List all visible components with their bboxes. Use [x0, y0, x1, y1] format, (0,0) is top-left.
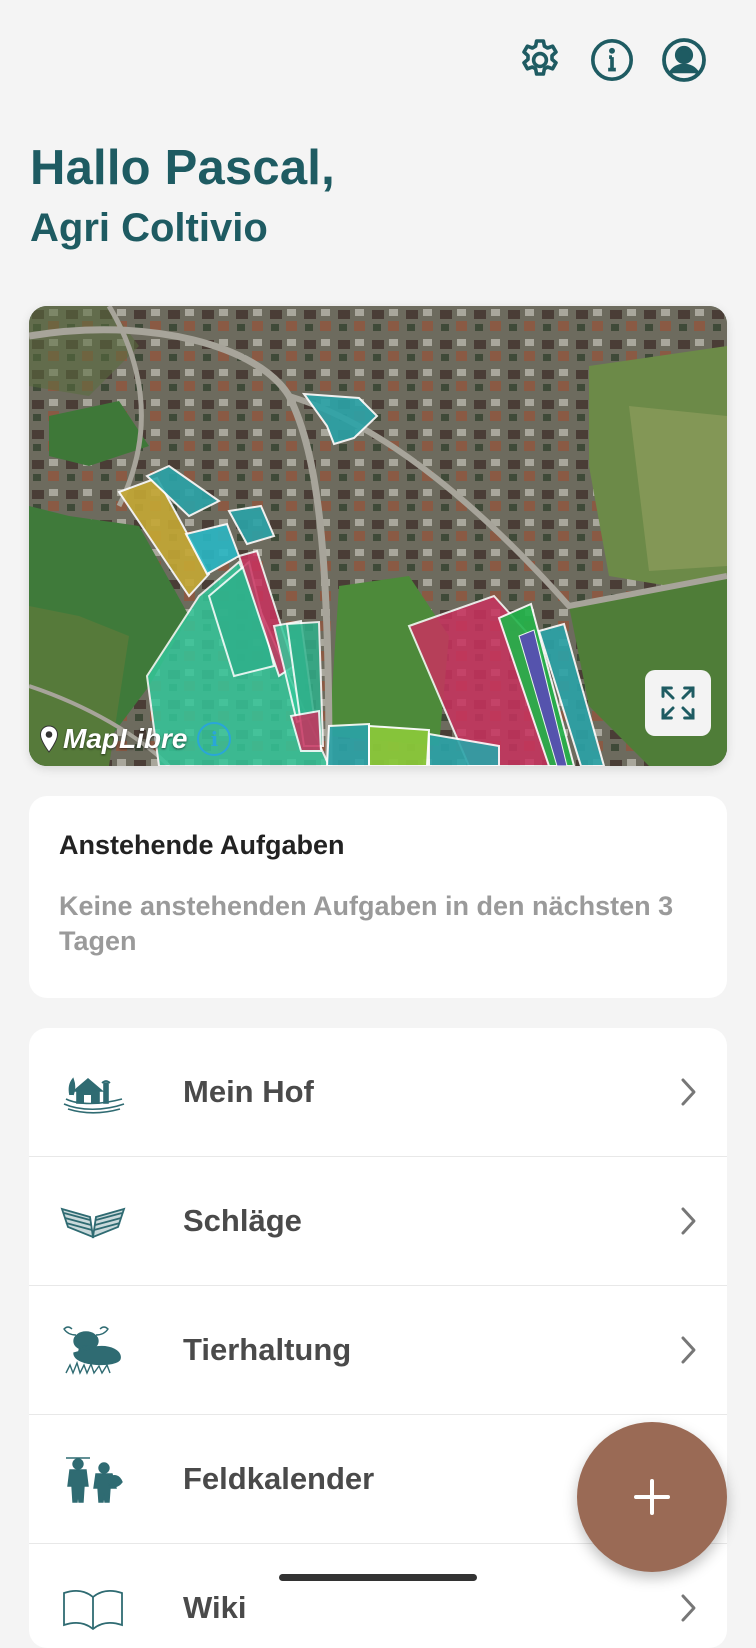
gear-icon — [522, 39, 558, 76]
map-info-icon[interactable]: i — [197, 722, 232, 756]
settings-button[interactable] — [516, 36, 564, 84]
info-button[interactable] — [588, 36, 636, 84]
chevron-right-icon — [681, 1078, 696, 1106]
maplibre-label: MapLibre — [63, 723, 188, 754]
field-plots-icon — [57, 1193, 129, 1249]
menu-item-tierhaltung[interactable]: Tierhaltung — [29, 1286, 727, 1415]
menu-item-label: Wiki — [183, 1590, 247, 1625]
menu-item-schlaege[interactable]: Schläge — [29, 1157, 727, 1286]
greeting: Hallo Pascal, Agri Coltivio — [30, 140, 335, 252]
home-indicator[interactable] — [279, 1574, 477, 1581]
chevron-right-icon — [681, 1336, 696, 1364]
menu-item-mein-hof[interactable]: Mein Hof — [29, 1028, 727, 1157]
expand-icon — [661, 686, 695, 720]
info-icon — [591, 39, 633, 81]
farmers-icon — [57, 1451, 129, 1507]
upcoming-tasks-empty-text: Keine anstehenden Aufgaben in den nächst… — [59, 891, 674, 956]
upcoming-tasks-card: Anstehende Aufgaben Keine anstehenden Au… — [29, 796, 727, 998]
book-icon — [57, 1580, 129, 1636]
menu-item-label: Tierhaltung — [183, 1332, 352, 1367]
account-button[interactable] — [660, 36, 708, 84]
map-pin-icon — [39, 725, 59, 753]
menu-item-label: Mein Hof — [183, 1074, 314, 1109]
farm-icon — [57, 1064, 129, 1120]
expand-map-button[interactable] — [645, 670, 711, 736]
chevron-right-icon — [681, 1207, 696, 1235]
add-button[interactable] — [577, 1422, 727, 1572]
top-bar — [516, 36, 708, 84]
maplibre-attribution: MapLibre i — [39, 722, 232, 756]
map-preview[interactable]: MapLibre i — [29, 306, 727, 766]
greeting-title: Hallo Pascal, — [30, 141, 335, 195]
account-icon — [662, 38, 706, 82]
farm-name: Agri Coltivio — [30, 206, 268, 250]
cow-icon — [57, 1322, 129, 1378]
menu-item-label: Schläge — [183, 1203, 302, 1238]
upcoming-tasks-title: Anstehende Aufgaben — [59, 830, 345, 860]
chevron-right-icon — [681, 1594, 696, 1622]
plus-icon — [634, 1479, 670, 1515]
satellite-map — [29, 306, 727, 766]
